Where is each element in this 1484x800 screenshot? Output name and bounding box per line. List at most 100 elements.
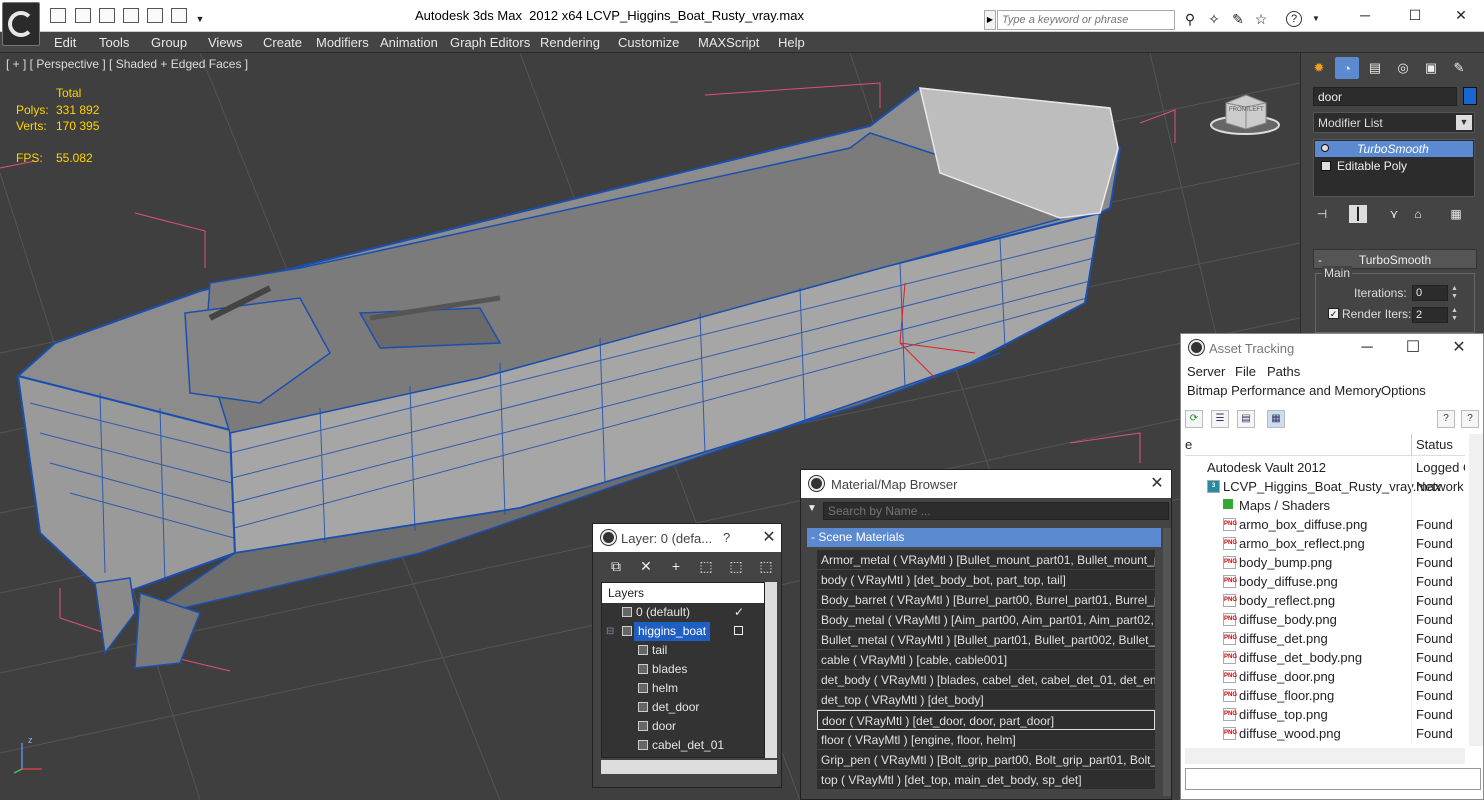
add-to-layer-icon[interactable]: + xyxy=(665,556,687,576)
help-detail-icon[interactable]: ? xyxy=(1461,410,1479,428)
modify-tab-icon[interactable]: ◔ xyxy=(1335,57,1359,79)
current-layer-check-icon[interactable]: ✓ xyxy=(734,603,744,622)
layers-column-header[interactable]: Layers xyxy=(602,583,764,603)
render-iters-spinner[interactable]: 2 xyxy=(1412,307,1448,323)
communication-icon[interactable]: ✎ xyxy=(1228,10,1248,28)
stack-item-editable-poly[interactable]: Editable Poly xyxy=(1315,158,1473,174)
layer-horizontal-scrollbar[interactable] xyxy=(601,760,777,774)
redo-icon[interactable] xyxy=(171,8,187,23)
minimize-icon[interactable]: ─ xyxy=(1350,5,1380,25)
close-icon[interactable]: ✕ xyxy=(1449,338,1469,358)
menu-customize[interactable]: Customize xyxy=(618,35,679,50)
modifier-stack[interactable]: TurboSmooth Editable Poly xyxy=(1313,139,1475,197)
help-icon[interactable]: ? xyxy=(1286,11,1302,27)
material-row-selected[interactable]: door ( VRayMtl ) [det_door, door, part_d… xyxy=(817,710,1155,730)
stack-item-turbosmooth[interactable]: TurboSmooth xyxy=(1315,141,1473,157)
collapse-minus-icon[interactable]: ⊟ xyxy=(606,622,614,641)
remove-modifier-icon[interactable]: ⌂ xyxy=(1409,205,1427,223)
undo-icon[interactable] xyxy=(147,8,163,23)
favorites-star-icon[interactable]: ☆ xyxy=(1251,10,1271,28)
layer-object-row[interactable]: det_door xyxy=(602,698,764,717)
layer-object-row[interactable]: tail xyxy=(602,641,764,660)
layer-object-row[interactable]: blades xyxy=(602,660,764,679)
asset-row[interactable]: PNG diffuse_top.png Found xyxy=(1185,705,1465,724)
material-row[interactable]: det_body ( VRayMtl ) [blades, cabel_det,… xyxy=(817,670,1155,690)
help-dropdown-icon[interactable]: ▼ xyxy=(1306,10,1326,28)
layer-tree[interactable]: Layers 0 (default) ✓ ⊟ higgins_boat tail… xyxy=(601,582,765,758)
asset-row[interactable]: PNG diffuse_floor.png Found xyxy=(1185,686,1465,705)
asset-row[interactable]: PNG armo_box_diffuse.png Found xyxy=(1185,515,1465,534)
layer-window-titlebar[interactable]: Layer: 0 (defa... ? ✕ xyxy=(593,524,781,552)
menu-tools[interactable]: Tools xyxy=(99,35,129,50)
new-file-icon[interactable] xyxy=(50,8,66,23)
thumbnail-view-icon[interactable]: ▤ xyxy=(1237,410,1255,428)
close-icon[interactable]: ✕ xyxy=(1147,474,1167,494)
material-row[interactable]: floor ( VRayMtl ) [engine, floor, helm] xyxy=(817,730,1155,750)
material-row[interactable]: Body_barret ( VRayMtl ) [Burrel_part00, … xyxy=(817,590,1155,610)
delete-layer-icon[interactable]: ✕ xyxy=(635,556,657,576)
material-search-input[interactable] xyxy=(823,502,1169,520)
asset-table[interactable]: e Status Autodesk Vault 2012Logged Out3L… xyxy=(1185,434,1465,746)
hierarchy-tab-icon[interactable]: ▤ xyxy=(1363,57,1387,79)
open-file-icon[interactable] xyxy=(75,8,91,23)
menu-help[interactable]: Help xyxy=(778,35,805,50)
asset-row[interactable]: 3 LCVP_Higgins_Boat_Rusty_vray.max Network xyxy=(1185,477,1465,496)
material-row[interactable]: Bullet_metal ( VRayMtl ) [Bullet_part01,… xyxy=(817,630,1155,650)
material-row[interactable]: Body_metal ( VRayMtl ) [Aim_part00, Aim_… xyxy=(817,610,1155,630)
layer-object-row[interactable]: door xyxy=(602,717,764,736)
asset-row[interactable]: PNG diffuse_det_body.png Found xyxy=(1185,648,1465,667)
menu-modifiers[interactable]: Modifiers xyxy=(316,35,369,50)
create-tab-icon[interactable]: ✹ xyxy=(1307,57,1331,79)
hold-icon[interactable] xyxy=(123,8,139,23)
material-row[interactable]: det_top ( VRayMtl ) [det_body] xyxy=(817,690,1155,710)
close-icon[interactable]: ✕ xyxy=(1446,5,1476,25)
save-file-icon[interactable] xyxy=(99,8,115,23)
menu-bitmap-performance[interactable]: Bitmap Performance and Memory xyxy=(1187,383,1381,398)
asset-row[interactable]: PNG body_diffuse.png Found xyxy=(1185,572,1465,591)
maximize-icon[interactable]: ☐ xyxy=(1400,5,1430,25)
binoculars-icon[interactable]: ⚲ xyxy=(1180,10,1200,28)
object-color-swatch[interactable] xyxy=(1463,87,1477,105)
list-view-icon[interactable]: ☰ xyxy=(1211,410,1229,428)
asset-row[interactable]: Autodesk Vault 2012 Logged Out xyxy=(1185,458,1465,477)
expand-plus-icon[interactable] xyxy=(1321,161,1331,171)
menu-maxscript[interactable]: MAXScript xyxy=(698,35,759,50)
scene-materials-group[interactable]: - Scene Materials xyxy=(807,528,1161,547)
maximize-icon[interactable]: ☐ xyxy=(1403,338,1423,358)
spinner-arrows-icon[interactable]: ▲ ▼ xyxy=(1450,307,1459,323)
keyword-search-input[interactable] xyxy=(997,10,1175,30)
configure-modifier-sets-icon[interactable]: ▦ xyxy=(1447,205,1465,223)
menu-views[interactable]: Views xyxy=(208,35,242,50)
layer-object-row[interactable]: helm xyxy=(602,679,764,698)
column-name-header[interactable]: e xyxy=(1185,434,1411,456)
material-row[interactable]: cable ( VRayMtl ) [cable, cable001] xyxy=(817,650,1155,670)
layer-row[interactable]: ⊟ higgins_boat xyxy=(602,622,764,641)
material-row[interactable]: top ( VRayMtl ) [det_top, main_det_body,… xyxy=(817,770,1155,790)
viewport-label[interactable]: [ + ] [ Perspective ] [ Shaded + Edged F… xyxy=(6,57,248,71)
asset-row[interactable]: PNG diffuse_body.png Found xyxy=(1185,610,1465,629)
menu-options[interactable]: Options xyxy=(1381,383,1426,398)
app-logo-button[interactable] xyxy=(2,2,40,46)
menu-file[interactable]: File xyxy=(1235,364,1256,379)
asset-row[interactable]: PNG diffuse_wood.png Found xyxy=(1185,724,1465,743)
menu-group[interactable]: Group xyxy=(151,35,187,50)
layer-row[interactable]: 0 (default) ✓ xyxy=(602,603,764,622)
table-view-icon[interactable]: ▦ xyxy=(1267,410,1285,428)
set-current-layer-icon[interactable] xyxy=(734,626,743,635)
render-iters-checkbox[interactable]: ✓ xyxy=(1328,308,1339,319)
spinner-arrows-icon[interactable]: ▲ ▼ xyxy=(1450,285,1459,301)
help-icon[interactable]: ? xyxy=(723,530,730,545)
hide-all-layers-icon[interactable]: ⬚ xyxy=(755,556,777,576)
asset-row[interactable]: Maps / Shaders xyxy=(1185,496,1465,515)
viewcube[interactable]: FRONT LEFT xyxy=(1208,89,1282,137)
asset-row[interactable]: PNG diffuse_det.png Found xyxy=(1185,629,1465,648)
material-row[interactable]: Armor_metal ( VRayMtl ) [Bullet_mount_pa… xyxy=(817,550,1155,570)
asset-row[interactable]: PNG diffuse_door.png Found xyxy=(1185,667,1465,686)
refresh-icon[interactable]: ⟳ xyxy=(1185,410,1203,428)
modifier-list-dropdown[interactable]: Modifier List ▼ xyxy=(1313,112,1475,133)
browser-options-icon[interactable]: ▼ xyxy=(807,503,817,514)
pin-stack-icon[interactable]: ⊣ xyxy=(1313,205,1331,223)
layer-vertical-scrollbar[interactable] xyxy=(765,582,777,758)
show-end-result-icon[interactable]: ┃ xyxy=(1349,205,1367,223)
asset-vertical-scrollbar[interactable] xyxy=(1469,434,1483,746)
